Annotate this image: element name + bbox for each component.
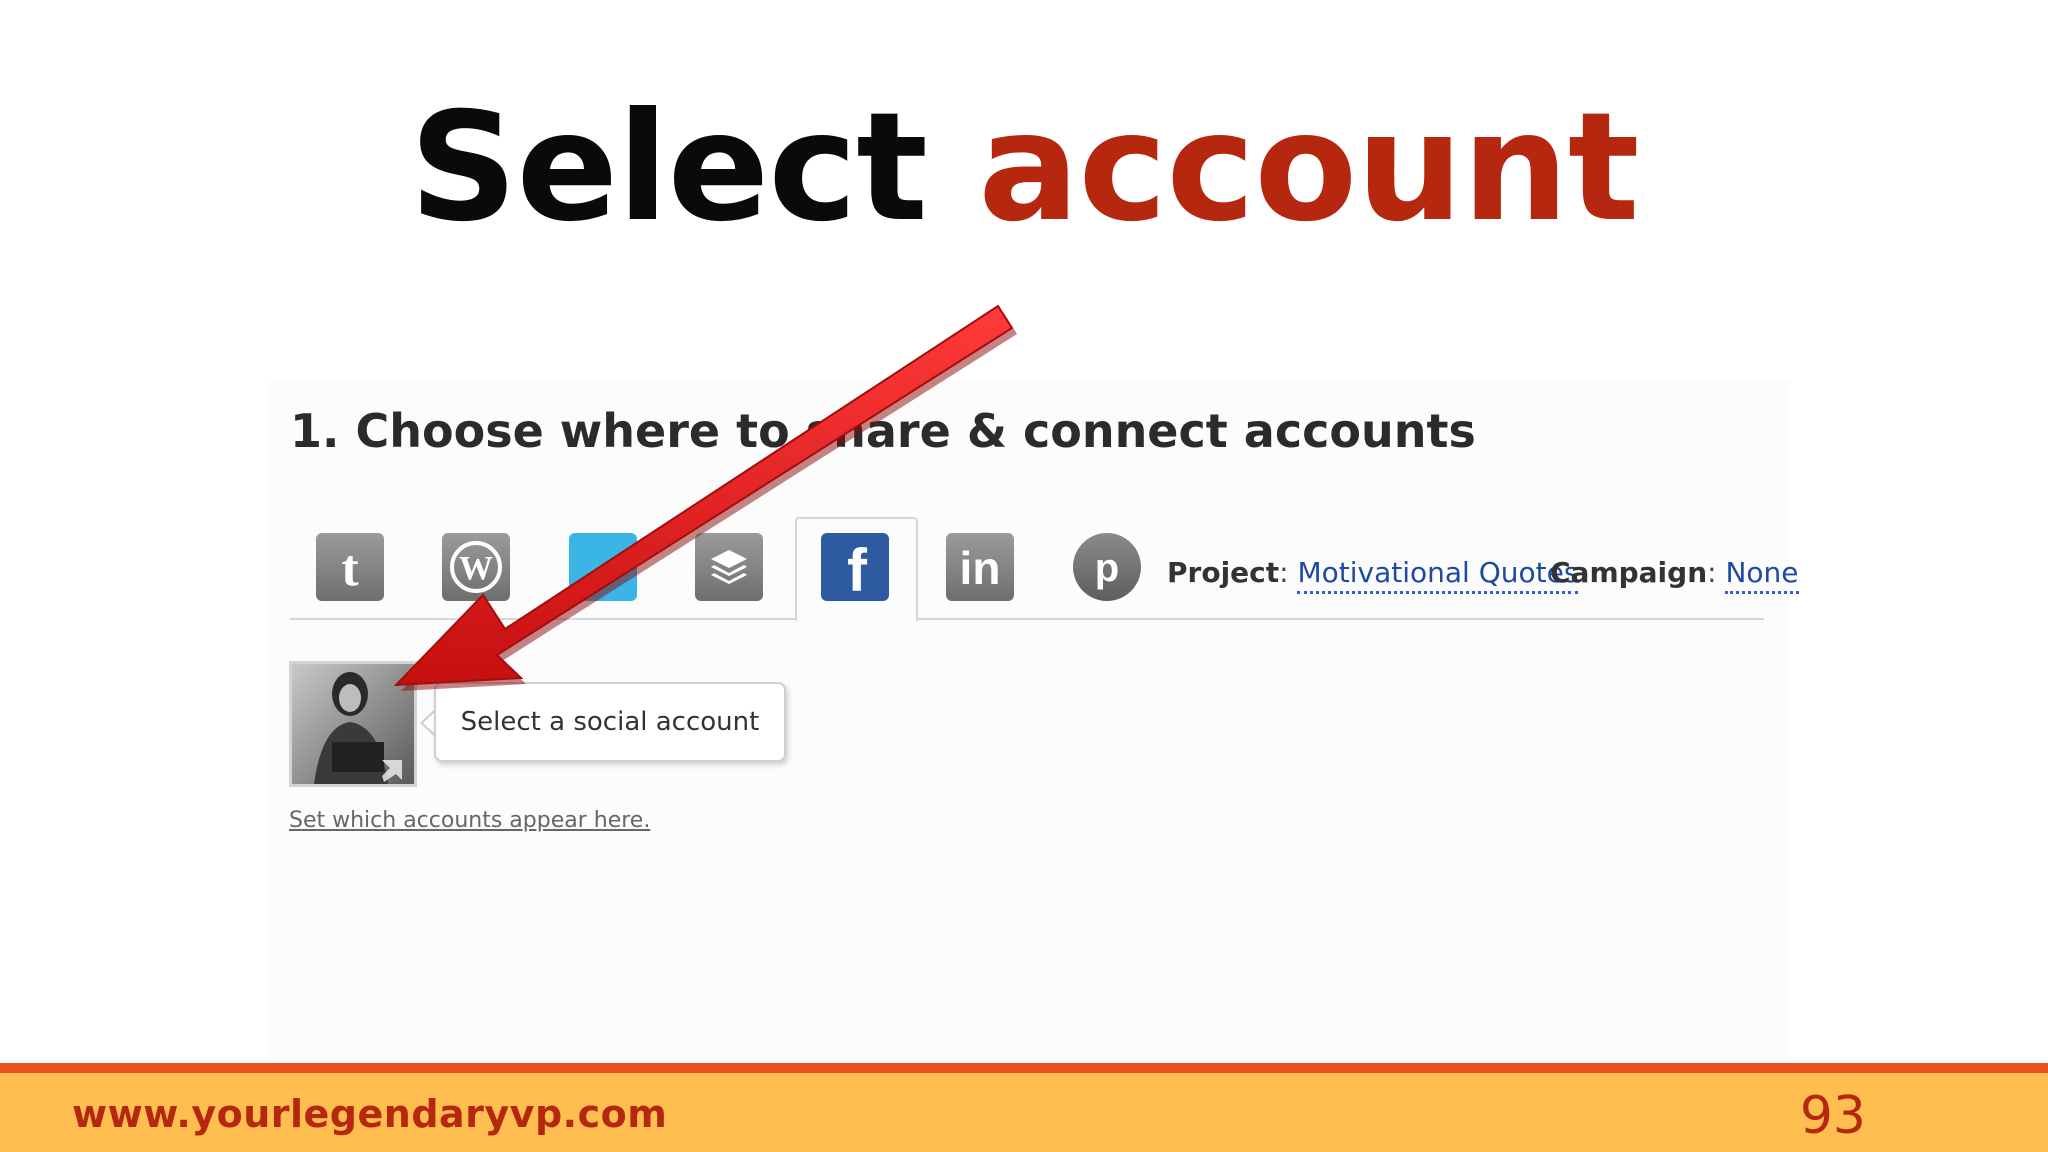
twitter-icon[interactable] [569, 533, 637, 601]
tumblr-icon[interactable]: t [316, 533, 384, 601]
svg-text:in: in [960, 542, 1001, 592]
svg-text:W: W [459, 550, 493, 587]
project-field: Project: Motivational Quotes [1167, 556, 1579, 594]
campaign-label: Campaign [1550, 556, 1708, 589]
footer-divider [0, 1063, 2048, 1073]
tabs-divider [290, 618, 1764, 620]
project-label: Project [1167, 556, 1280, 589]
select-account-tooltip: Select a social account [434, 682, 786, 762]
set-accounts-link[interactable]: Set which accounts appear here. [289, 808, 650, 833]
slide-title-part2: account [978, 81, 1639, 255]
svg-text:t: t [341, 543, 359, 591]
svg-text:p: p [1095, 546, 1119, 590]
footer-url: www.yourlegendaryvp.com [72, 1092, 668, 1136]
pinterest-icon[interactable]: p [1073, 533, 1141, 601]
slide-title-part1: Select [409, 81, 928, 255]
facebook-icon[interactable]: f [821, 533, 889, 601]
campaign-field: Campaign: None [1550, 556, 1799, 594]
page-number: 93 [1799, 1086, 1866, 1146]
linkedin-icon[interactable]: in [946, 533, 1014, 601]
project-value-link[interactable]: Motivational Quotes [1297, 556, 1579, 594]
account-avatar[interactable] [289, 661, 417, 787]
buffer-icon[interactable] [695, 533, 763, 601]
wordpress-icon[interactable]: W [442, 533, 510, 601]
share-heading: 1. Choose where to share & connect accou… [290, 404, 1476, 458]
campaign-value-link[interactable]: None [1725, 556, 1799, 594]
svg-text:f: f [847, 539, 868, 595]
slide-title: Select account [0, 88, 2048, 248]
